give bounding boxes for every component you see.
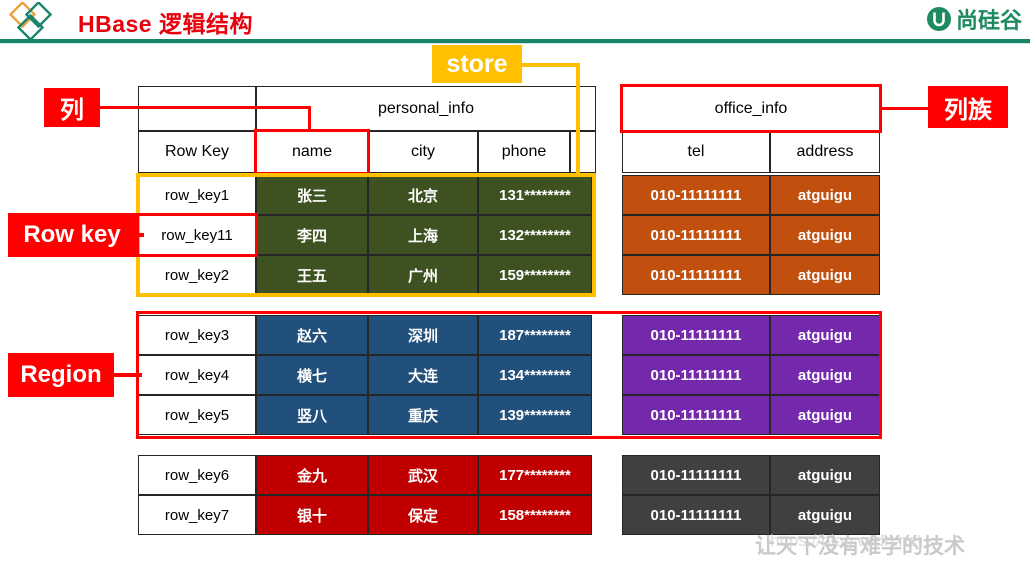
- connector-store-horizontal: [522, 63, 580, 67]
- table-row-key: row_key6: [138, 455, 256, 495]
- label-column: 列: [44, 88, 100, 127]
- table-cell-city: 保定: [368, 495, 478, 535]
- table-cell-phone: 177********: [478, 455, 592, 495]
- column-header-city: city: [368, 131, 478, 173]
- header-divider-light: [0, 43, 1030, 44]
- table-cell-address: atguigu: [770, 255, 880, 295]
- table-row-key: row_key7: [138, 495, 256, 535]
- table-cell-tel: 010-11111111: [622, 175, 770, 215]
- column-header-tel: tel: [622, 131, 770, 173]
- table-cell-address: atguigu: [770, 495, 880, 535]
- table-cell-address: atguigu: [770, 215, 880, 255]
- connector-column-riser: [308, 106, 311, 132]
- table-cell-name: 金九: [256, 455, 368, 495]
- label-column-family: 列族: [928, 86, 1008, 128]
- table-cell-city: 武汉: [368, 455, 478, 495]
- slide-root: HBase 逻辑结构 尚硅谷 personal_info office_info…: [0, 0, 1030, 564]
- u-circle-icon: [926, 6, 952, 32]
- watermark-overlay: https://blog.csdn.net: [770, 531, 923, 550]
- table-cell-name: 银十: [256, 495, 368, 535]
- column-header-row-key: Row Key: [138, 131, 256, 173]
- highlight-region: [136, 311, 882, 439]
- table-cell-address: atguigu: [770, 175, 880, 215]
- diamond-logo-icon: [8, 0, 68, 42]
- table-cell-tel: 010-11111111: [622, 215, 770, 255]
- column-header-spacer: [570, 131, 596, 173]
- table-cell-phone: 158********: [478, 495, 592, 535]
- highlight-name-column: [254, 129, 370, 175]
- page-title: HBase 逻辑结构: [78, 11, 253, 37]
- connector-store-vertical: [576, 63, 580, 175]
- highlight-row-key-cell: [136, 213, 258, 257]
- table-cell-tel: 010-11111111: [622, 495, 770, 535]
- connector-column: [100, 106, 311, 109]
- label-row-key: Row key: [8, 213, 136, 257]
- table-cell-tel: 010-11111111: [622, 455, 770, 495]
- label-region: Region: [8, 353, 114, 397]
- connector-column-family: [882, 107, 930, 110]
- column-header-address: address: [770, 131, 880, 173]
- brand-name: 尚硅谷: [955, 9, 1022, 34]
- connector-region: [110, 373, 142, 377]
- label-store: store: [432, 45, 522, 83]
- brand-logo: 尚硅谷: [926, 3, 1022, 35]
- table-cell-tel: 010-11111111: [622, 255, 770, 295]
- table-cell-address: atguigu: [770, 455, 880, 495]
- column-header-phone: phone: [478, 131, 570, 173]
- highlight-office-info: [620, 84, 882, 133]
